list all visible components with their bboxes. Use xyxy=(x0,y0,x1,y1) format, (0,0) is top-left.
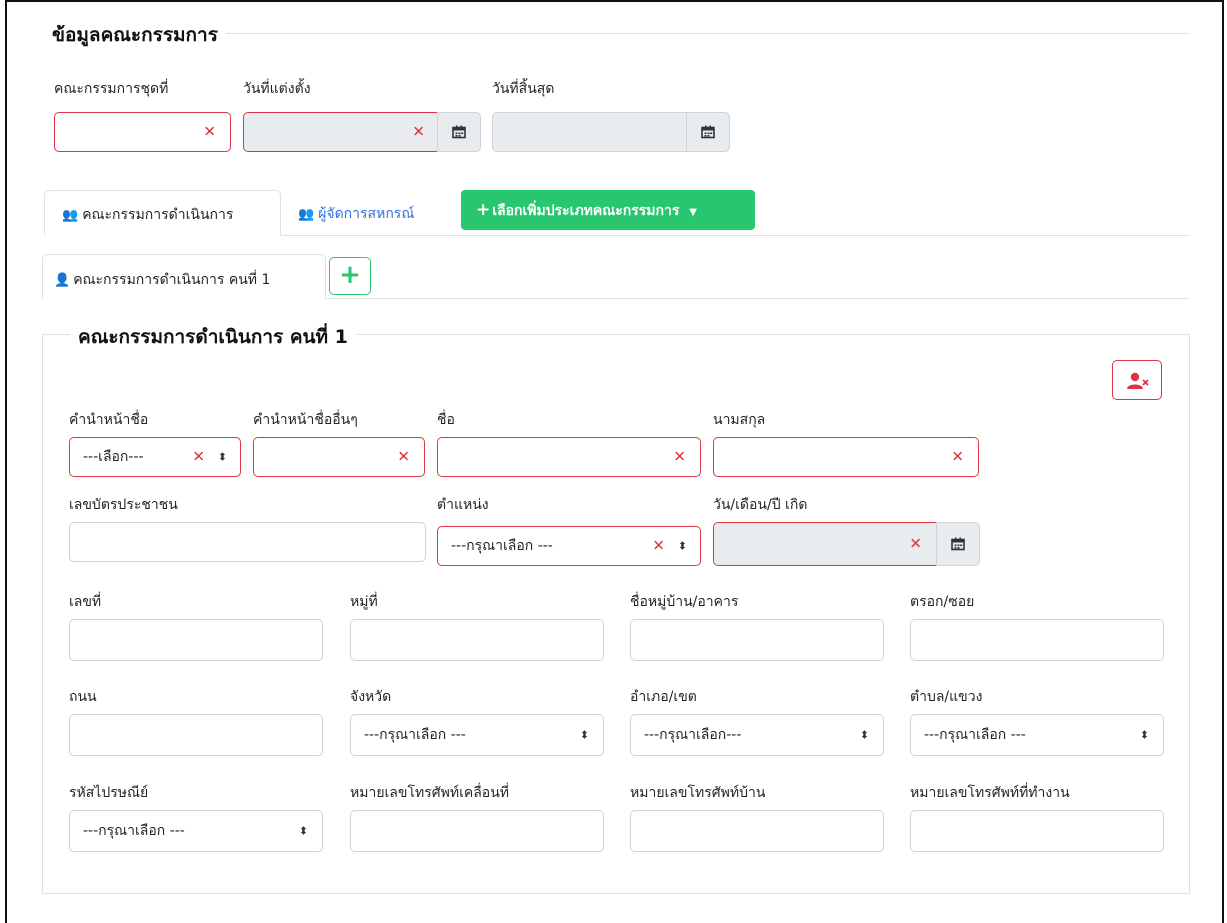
id-card-label: เลขบัตรประชาชน xyxy=(69,497,178,513)
user-remove-icon xyxy=(1127,372,1149,389)
other-prefix-input[interactable]: ✕ xyxy=(253,437,425,477)
end-date-input[interactable] xyxy=(492,112,687,152)
appointed-date-calendar-button[interactable] xyxy=(437,112,481,152)
home-phone-label: หมายเลขโทรศัพท์บ้าน xyxy=(630,785,766,801)
add-board-type-label: เลือกเพิ่มประเภทคณะกรรมการ xyxy=(492,203,680,219)
add-board-type-dropdown[interactable]: + เลือกเพิ่มประเภทคณะกรรมการ ▼ xyxy=(461,190,755,230)
dob-input[interactable]: ✕ xyxy=(713,522,937,566)
mobile-label: หมายเลขโทรศัพท์เคลื่อนที่ xyxy=(350,785,510,801)
subdistrict-label: ตำบล/แขวง xyxy=(910,689,983,705)
first-name-label: ชื่อ xyxy=(437,412,455,428)
work-phone-label: หมายเลขโทรศัพท์ที่ทำงาน xyxy=(910,785,1070,801)
id-card-input[interactable] xyxy=(69,522,426,562)
work-phone-input[interactable] xyxy=(910,810,1164,852)
village-label: ชื่อหมู่บ้าน/อาคาร xyxy=(630,594,739,610)
clear-icon[interactable]: ✕ xyxy=(397,449,410,465)
dob-calendar-button[interactable] xyxy=(936,522,980,566)
user-icon: 👤 xyxy=(54,273,71,288)
add-member-button[interactable]: + xyxy=(329,257,371,295)
subdistrict-select-value: ---กรุณาเลือก --- xyxy=(924,727,1026,743)
subtab-member-1[interactable]: 👤 คณะกรรมการดำเนินการ คนที่ 1 xyxy=(42,254,326,299)
appointed-date-label: วันที่แต่งตั้ง xyxy=(243,81,311,97)
other-prefix-label: คำนำหน้าชื่ออื่นๆ xyxy=(253,412,358,428)
position-select[interactable]: ---กรุณาเลือก --- ✕ ⬍ xyxy=(437,526,701,566)
chevron-down-icon: ▼ xyxy=(689,207,697,218)
dob-label: วัน/เดือน/ปี เกิด xyxy=(713,497,808,513)
prefix-select-value: ---เลือก--- xyxy=(83,449,144,465)
subtab-member-1-label: คณะกรรมการดำเนินการ คนที่ 1 xyxy=(73,272,271,288)
district-select[interactable]: ---กรุณาเลือก--- ⬍ xyxy=(630,714,884,756)
first-name-input[interactable]: ✕ xyxy=(437,437,701,477)
tab-manager-label: ผู้จัดการสหกรณ์ xyxy=(318,206,415,222)
district-label: อำเภอ/เขต xyxy=(630,689,697,705)
road-label: ถนน xyxy=(69,689,97,705)
mobile-input[interactable] xyxy=(350,810,604,852)
appointed-date-input[interactable]: ✕ xyxy=(243,112,438,152)
board-set-label: คณะกรรมการชุดที่ xyxy=(54,81,169,97)
province-label: จังหวัด xyxy=(350,689,392,705)
clear-icon[interactable]: ✕ xyxy=(673,449,686,465)
select-arrows-icon: ⬍ xyxy=(677,539,687,553)
soi-label: ตรอก/ซอย xyxy=(910,594,975,610)
position-select-value: ---กรุณาเลือก --- xyxy=(451,538,553,554)
moo-input[interactable] xyxy=(350,619,604,661)
moo-label: หมู่ที่ xyxy=(350,594,378,610)
clear-icon[interactable]: ✕ xyxy=(951,449,964,465)
soi-input[interactable] xyxy=(910,619,1164,661)
end-date-calendar-button[interactable] xyxy=(686,112,730,152)
select-arrows-icon: ⬍ xyxy=(1139,728,1149,742)
postcode-select[interactable]: ---กรุณาเลือก --- ⬍ xyxy=(69,810,323,852)
calendar-icon xyxy=(701,125,715,139)
member-title: คณะกรรมการดำเนินการ คนที่ 1 xyxy=(70,322,356,352)
calendar-icon xyxy=(951,537,965,551)
postcode-select-value: ---กรุณาเลือก --- xyxy=(83,823,185,839)
home-phone-input[interactable] xyxy=(630,810,884,852)
clear-icon[interactable]: ✕ xyxy=(203,124,216,140)
calendar-icon xyxy=(452,125,466,139)
section-title: ข้อมูลคณะกรรมการ xyxy=(44,20,226,50)
select-arrows-icon: ⬍ xyxy=(217,450,227,464)
subdistrict-select[interactable]: ---กรุณาเลือก --- ⬍ xyxy=(910,714,1164,756)
tab-manager[interactable]: 👥 ผู้จัดการสหกรณ์ xyxy=(298,203,414,225)
clear-icon[interactable]: ✕ xyxy=(652,538,665,554)
prefix-select[interactable]: ---เลือก--- ✕ ⬍ xyxy=(69,437,241,477)
clear-icon[interactable]: ✕ xyxy=(192,449,205,465)
province-select[interactable]: ---กรุณาเลือก --- ⬍ xyxy=(350,714,604,756)
users-icon: 👥 xyxy=(62,208,79,223)
village-input[interactable] xyxy=(630,619,884,661)
postcode-label: รหัสไปรษณีย์ xyxy=(69,785,149,801)
house-no-label: เลขที่ xyxy=(69,594,102,610)
select-arrows-icon: ⬍ xyxy=(859,728,869,742)
select-arrows-icon: ⬍ xyxy=(579,728,589,742)
house-no-input[interactable] xyxy=(69,619,323,661)
board-set-input[interactable]: ✕ xyxy=(54,112,231,152)
users-icon: 👥 xyxy=(298,207,315,222)
remove-member-button[interactable] xyxy=(1112,360,1162,400)
last-name-label: นามสกุล xyxy=(713,412,766,428)
select-arrows-icon: ⬍ xyxy=(298,824,308,838)
plus-icon: + xyxy=(476,200,491,220)
prefix-label: คำนำหน้าชื่อ xyxy=(69,412,149,428)
position-label: ตำแหน่ง xyxy=(437,497,489,513)
district-select-value: ---กรุณาเลือก--- xyxy=(644,727,742,743)
tab-board-exec[interactable]: 👥 คณะกรรมการดำเนินการ xyxy=(44,190,281,236)
end-date-label: วันที่สิ้นสุด xyxy=(492,81,555,97)
clear-icon[interactable]: ✕ xyxy=(909,536,922,552)
last-name-input[interactable]: ✕ xyxy=(713,437,979,477)
province-select-value: ---กรุณาเลือก --- xyxy=(364,727,466,743)
road-input[interactable] xyxy=(69,714,323,756)
clear-icon[interactable]: ✕ xyxy=(412,124,425,140)
tab-board-exec-label: คณะกรรมการดำเนินการ xyxy=(82,207,234,223)
